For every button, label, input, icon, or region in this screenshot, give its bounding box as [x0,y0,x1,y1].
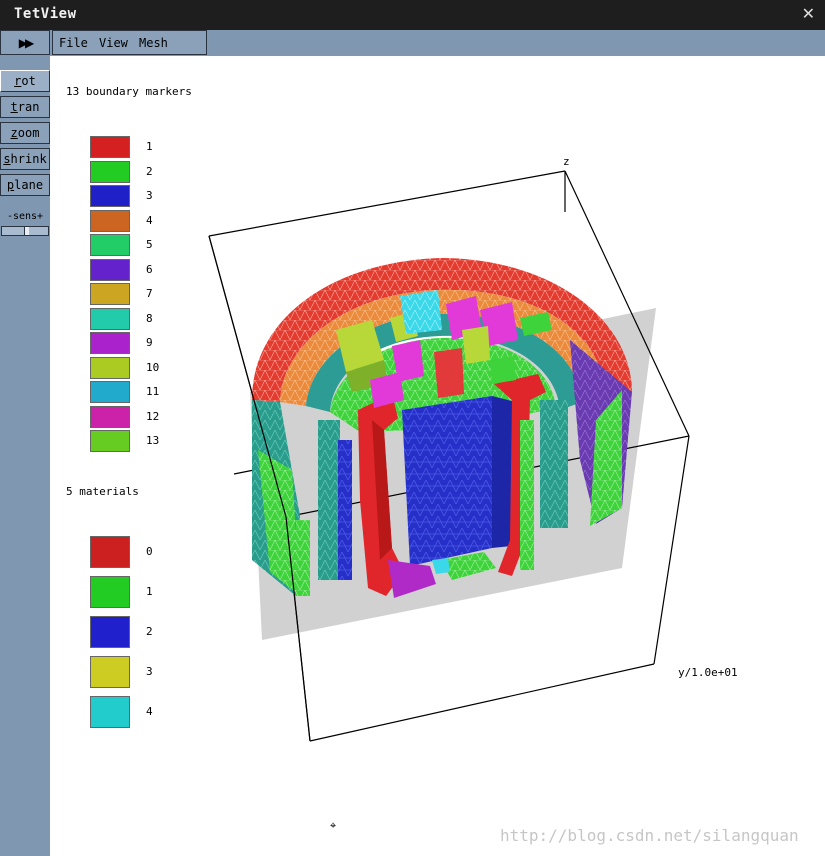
central-core [402,396,492,566]
material-label: 3 [146,665,153,678]
z-axis-label: z [563,155,570,168]
material-swatch [90,696,130,728]
material-label: 4 [146,705,153,718]
boundary-marker-label: 6 [146,262,153,276]
boundary-marker-label: 13 [146,434,160,447]
boundary-marker-label: 3 [146,189,153,202]
boundary-marker-swatch [90,234,130,256]
boundary-marker-label: 12 [146,409,160,423]
material-label: 2 [146,625,153,638]
boundary-marker-label: 9 [146,336,153,349]
boundary-marker-swatch [90,430,130,452]
watermark: http://blog.csdn.net/silangquan [500,826,799,845]
boundary-marker-label: 4 [146,213,153,227]
pillar-front-left [296,520,310,596]
material-swatch [90,536,130,568]
material-swatch [90,576,130,608]
boundary-marker-swatch [90,307,130,330]
material-swatch [90,616,130,648]
boundary-marker-swatch [90,381,130,403]
boundary-marker-label: 1 [146,140,153,153]
boundary-marker-label: 5 [146,238,153,251]
boundary-marker-label: 10 [146,360,160,374]
material-legend-title: 5 materials [66,485,139,498]
boundary-marker-swatch [90,136,130,158]
boundary-marker-swatch [90,258,130,281]
boundary-legend-title: 13 boundary markers [66,85,192,98]
boundary-marker-swatch [90,332,130,354]
boundary-marker-swatch [90,356,130,379]
material-label: 0 [146,545,153,558]
boundary-marker-swatch [90,185,130,207]
boundary-marker-swatch [90,160,130,183]
boundary-marker-swatch [90,283,130,305]
boundary-marker-swatch [90,405,130,428]
pillar-left-blue [338,440,352,580]
boundary-marker-label: 7 [146,287,153,300]
boundary-marker-swatch [90,209,130,232]
material-swatch [90,656,130,688]
boundary-marker-label: 8 [146,311,153,325]
pillar-front-right [520,420,534,570]
material-label: 1 [146,585,153,598]
pillar-right-back [540,400,568,528]
boundary-marker-label: 2 [146,164,153,178]
mouse-cursor-icon: ⌖ [330,819,337,832]
pillar-left-back [318,420,340,580]
y-axis-label: y/1.0e+01 [678,666,738,679]
boundary-marker-label: 11 [146,385,160,398]
